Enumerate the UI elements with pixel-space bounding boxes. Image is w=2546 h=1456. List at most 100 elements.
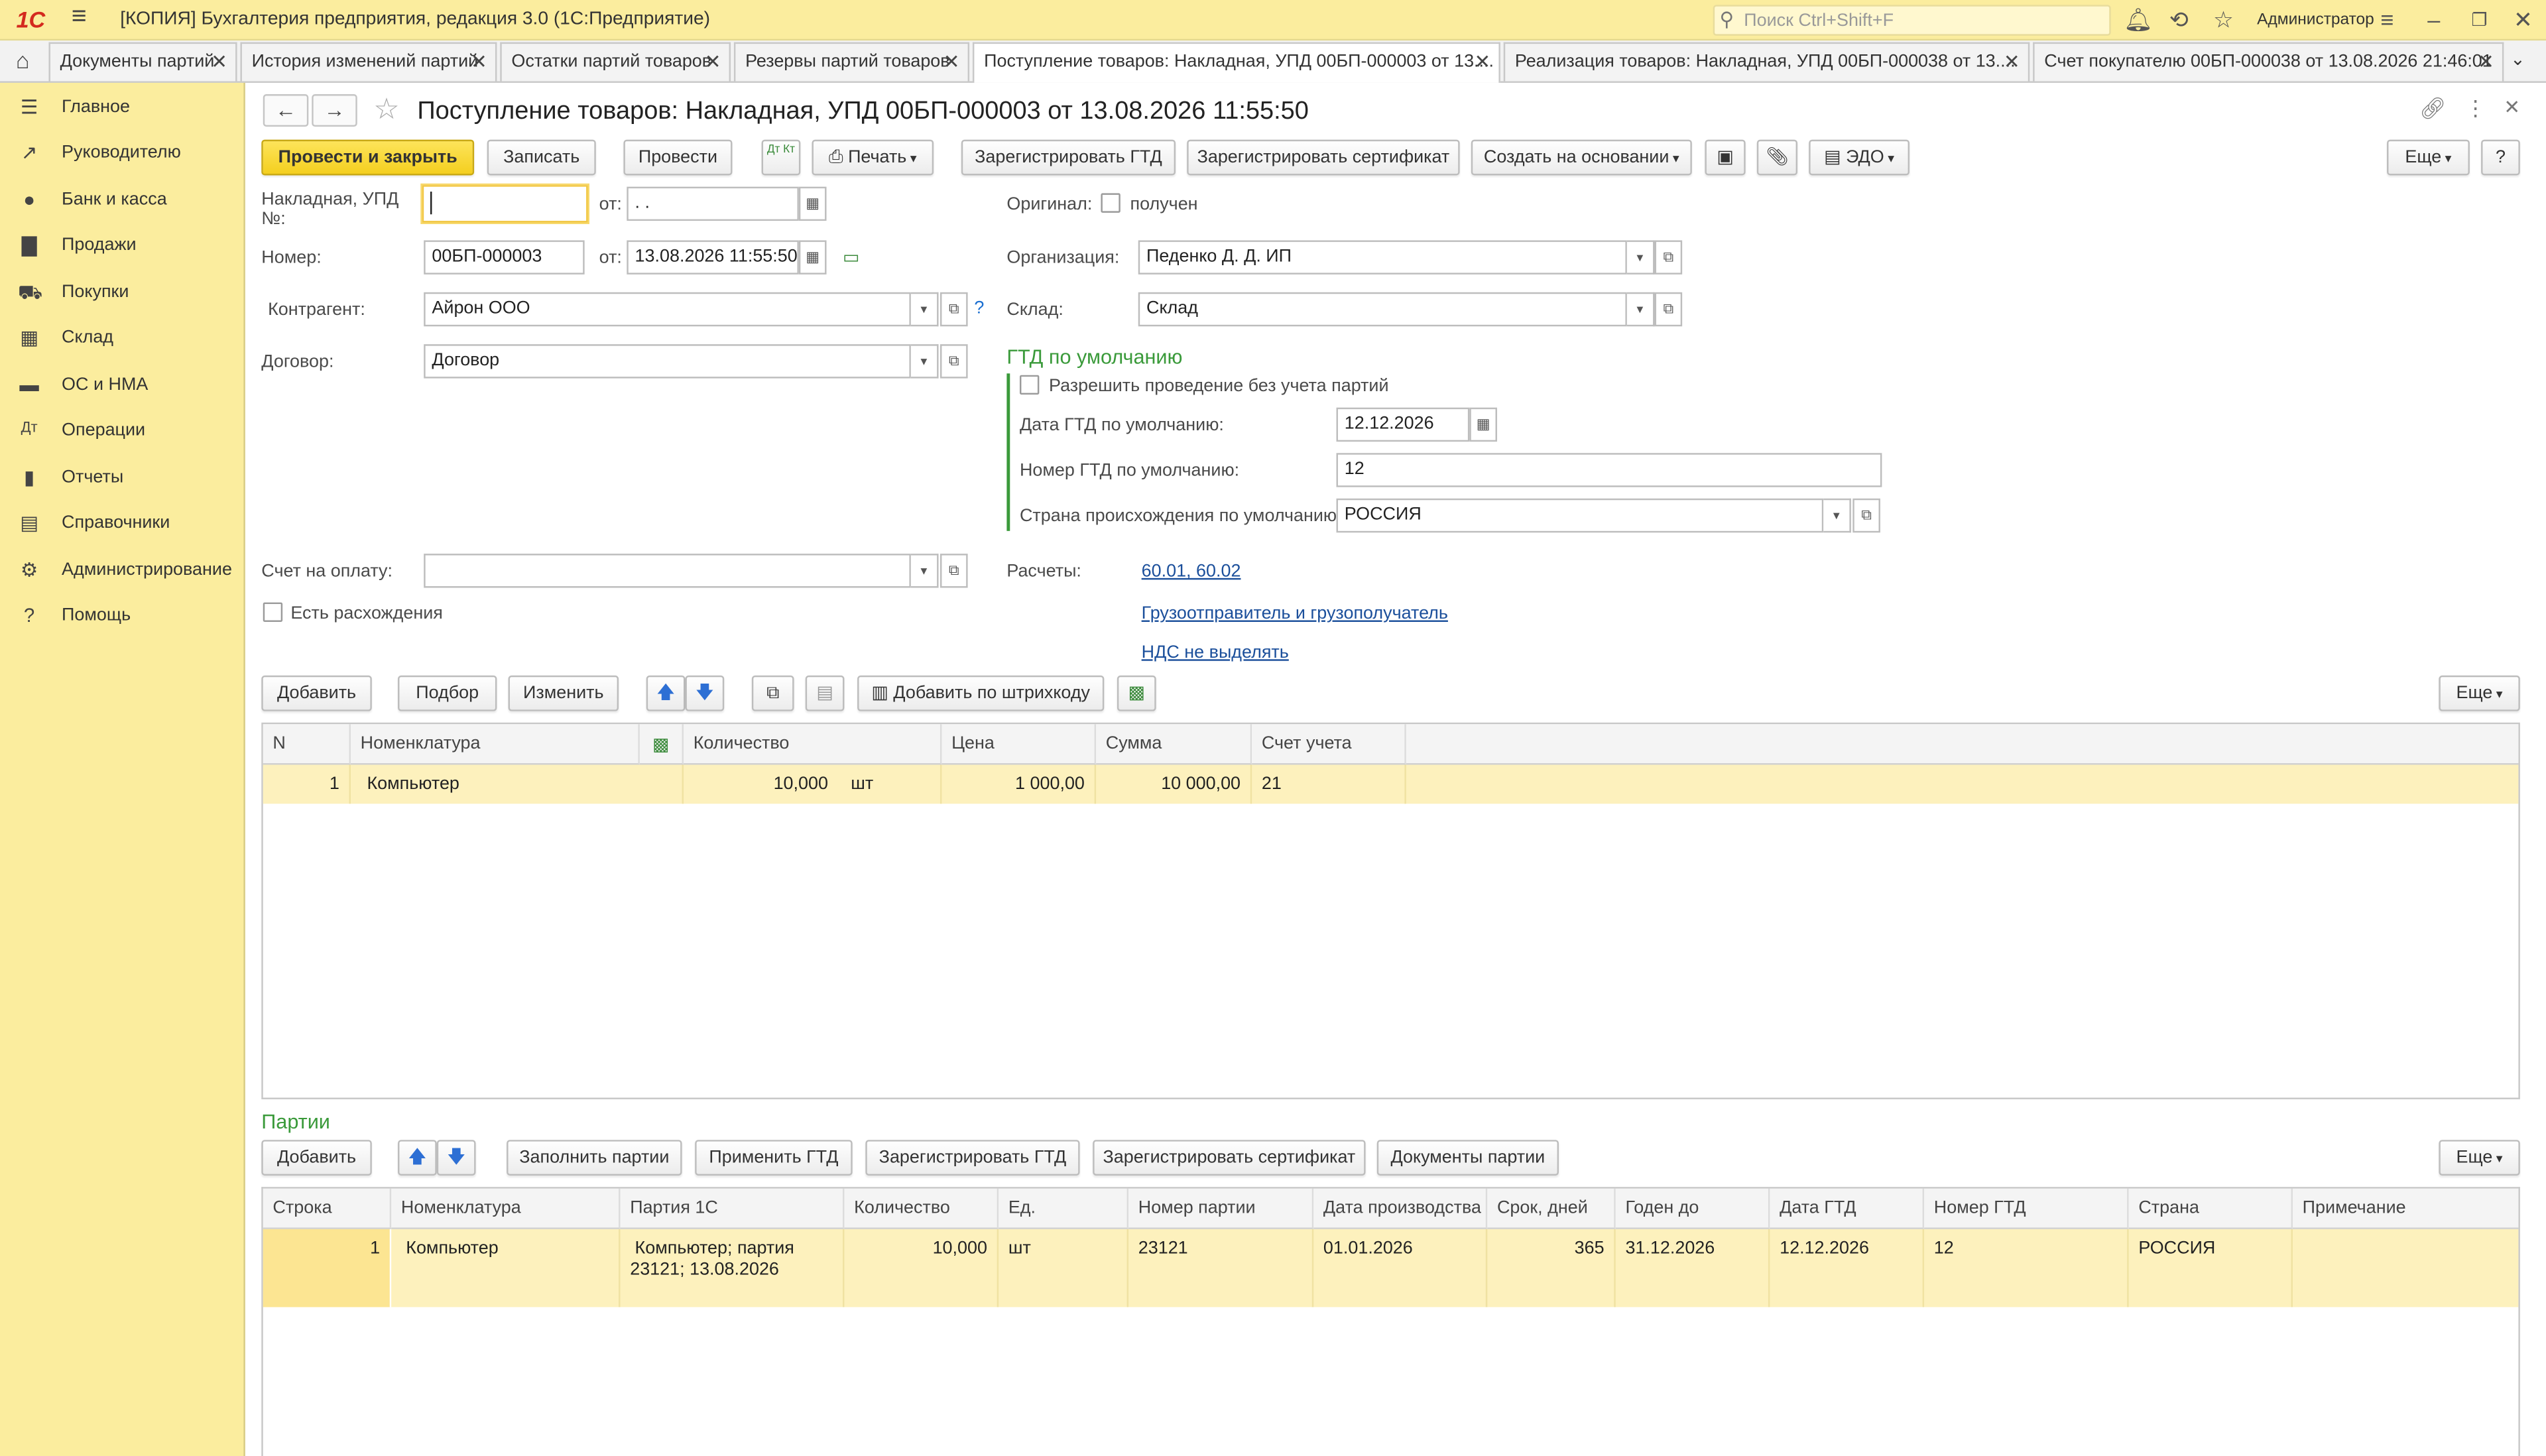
invoice-date-field[interactable]: . .	[627, 186, 799, 221]
dropdown-icon[interactable]: ▾	[1626, 240, 1655, 274]
move-up-icon[interactable]: 🡅	[646, 675, 686, 711]
sidebar-item-main[interactable]: ☰ Главное	[0, 90, 245, 129]
sidebar-item-purchases[interactable]: ⛟ Покупки	[0, 274, 245, 314]
search-input[interactable]: ⚲ Поиск Ctrl+Shift+F	[1713, 5, 2111, 36]
user-name[interactable]: Администратор	[2257, 11, 2374, 29]
open-icon[interactable]: ⧉	[1852, 498, 1880, 533]
home-icon[interactable]: ⌂	[0, 42, 46, 82]
tab-batch-balances[interactable]: Остатки партий товаров ✕	[500, 42, 731, 82]
sidebar-item-catalogs[interactable]: ▤ Справочники	[0, 505, 245, 544]
post-and-close-button[interactable]: Провести и закрыть	[261, 139, 475, 176]
tab-batch-docs[interactable]: Документы партий ✕	[48, 42, 237, 82]
register-cert-button[interactable]: Зарегистрировать сертификат	[1093, 1140, 1366, 1176]
table-row[interactable]: 1 Компьютер Компьютер; партия 23121; 13.0…	[263, 1229, 2519, 1307]
tab-sale[interactable]: Реализация товаров: Накладная, УПД 00БП-…	[1503, 42, 2030, 82]
close-tab-icon[interactable]: ✕	[705, 50, 721, 73]
open-icon[interactable]: ⧉	[940, 554, 968, 588]
forward-button[interactable]: →	[312, 94, 357, 127]
dropdown-icon[interactable]: ▾	[910, 554, 939, 588]
create-based-button[interactable]: Создать на основании ▾	[1471, 139, 1692, 176]
allow-without-batches-checkbox[interactable]	[1019, 375, 1040, 395]
sidebar-item-sales[interactable]: ▇ Продажи	[0, 227, 245, 267]
open-icon[interactable]: ⧉	[1654, 240, 1683, 274]
column-header[interactable]: Партия 1С	[620, 1188, 845, 1229]
close-tab-icon[interactable]: ✕	[2478, 50, 2494, 73]
settings-menu-icon[interactable]: ≡	[2380, 7, 2394, 32]
dtkt-button[interactable]: Дт Кт	[761, 139, 801, 176]
close-tab-icon[interactable]: ✕	[211, 50, 227, 73]
dropdown-icon[interactable]: ▾	[910, 292, 939, 327]
close-form-icon[interactable]: ✕	[2504, 95, 2520, 118]
more-vert-icon[interactable]: ⋮	[2465, 95, 2486, 121]
tab-batch-reserves[interactable]: Резервы партий товаров ✕	[733, 42, 970, 82]
goods-table[interactable]: N Номенклатура ▩ Количество Цена Сумма С…	[261, 722, 2520, 1099]
pick-button[interactable]: Подбор	[398, 675, 497, 711]
column-header[interactable]: Количество	[844, 1188, 999, 1229]
sidebar-item-manager[interactable]: ↗ Руководителю	[0, 135, 245, 174]
tabs-list-icon[interactable]: ⌄	[2510, 48, 2525, 70]
register-gtd-button[interactable]: Зарегистрировать ГТД	[961, 139, 1176, 176]
number-field[interactable]: 00БП-000003	[424, 240, 585, 274]
more-button[interactable]: Еще ▾	[2387, 139, 2470, 176]
structure-icon[interactable]: ▣	[1705, 139, 1746, 176]
goods-more-button[interactable]: Еще ▾	[2439, 675, 2520, 711]
dropdown-icon[interactable]: ▾	[1626, 292, 1655, 327]
main-menu-icon[interactable]: ≡	[72, 3, 87, 32]
column-header[interactable]: Номер ГТД	[1924, 1188, 2129, 1229]
sidebar-item-admin[interactable]: ⚙ Администрирование	[0, 552, 245, 591]
move-up-icon[interactable]: 🡅	[398, 1140, 437, 1176]
paste-icon[interactable]: ▤	[805, 675, 845, 711]
add-by-barcode-button[interactable]: ▥ Добавить по штрихкоду	[857, 675, 1105, 711]
add-goods-button[interactable]: Добавить	[261, 675, 372, 711]
dropdown-icon[interactable]: ▾	[1823, 498, 1851, 533]
batch-docs-button[interactable]: Документы партии	[1376, 1140, 1559, 1176]
print-button[interactable]: ⎙ Печать ▾	[812, 139, 934, 176]
open-icon[interactable]: ⧉	[940, 344, 968, 379]
column-header[interactable]: Дата ГТД	[1770, 1188, 1925, 1229]
column-header[interactable]: Номер партии	[1128, 1188, 1314, 1229]
column-header[interactable]: Количество	[684, 724, 942, 765]
help-button[interactable]: ?	[2481, 139, 2520, 176]
column-header[interactable]: Счет учета	[1252, 724, 1406, 765]
tab-invoice[interactable]: Счет покупателю 00БП-000038 от 13.08.202…	[2033, 42, 2504, 82]
post-button[interactable]: Провести	[623, 139, 733, 176]
column-header[interactable]: N	[263, 724, 351, 765]
column-header[interactable]: Цена	[941, 724, 1097, 765]
dropdown-icon[interactable]: ▾	[910, 344, 939, 379]
move-down-icon[interactable]: 🡇	[436, 1140, 476, 1176]
close-tab-icon[interactable]: ✕	[943, 50, 960, 73]
column-header[interactable]: Примечание	[2292, 1188, 2519, 1229]
add-batch-button[interactable]: Добавить	[261, 1140, 372, 1176]
sidebar-item-operations[interactable]: Дт Операции	[0, 412, 245, 452]
link-icon[interactable]: 🔗︎	[2419, 95, 2446, 121]
column-header[interactable]: Срок, дней	[1487, 1188, 1616, 1229]
register-gtd-button[interactable]: Зарегистрировать ГТД	[865, 1140, 1080, 1176]
calendar-icon[interactable]: ▦	[798, 240, 827, 274]
move-down-icon[interactable]: 🡇	[685, 675, 725, 711]
excel-column-icon[interactable]: ▩	[639, 724, 684, 765]
invoice-number-field[interactable]	[422, 185, 588, 223]
gtd-date-field[interactable]: 12.12.2026	[1336, 407, 1470, 442]
open-icon[interactable]: ⧉	[1654, 292, 1683, 327]
close-tab-icon[interactable]: ✕	[2004, 50, 2020, 73]
register-cert-button[interactable]: Зарегистрировать сертификат	[1187, 139, 1460, 176]
settlements-link[interactable]: 60.01, 60.02	[1142, 562, 1241, 581]
sidebar-item-help[interactable]: ? Помощь	[0, 597, 245, 637]
back-button[interactable]: ←	[263, 94, 309, 127]
column-header[interactable]: Дата производства	[1313, 1188, 1488, 1229]
bell-icon[interactable]: 🔔︎	[2124, 7, 2153, 34]
payment-field[interactable]	[424, 554, 911, 588]
warehouse-field[interactable]: Склад	[1138, 292, 1627, 327]
column-header[interactable]: Сумма	[1096, 724, 1252, 765]
country-field[interactable]: РОССИЯ	[1336, 498, 1824, 533]
calendar-icon[interactable]: ▦	[1469, 407, 1497, 442]
batches-table[interactable]: Строка Номенклатура Партия 1С Количество…	[261, 1187, 2520, 1456]
close-tab-icon[interactable]: ✕	[1475, 50, 1491, 73]
excel-icon[interactable]: ▩	[1117, 675, 1156, 711]
vat-link[interactable]: НДС не выделять	[1142, 643, 1289, 662]
restore-icon[interactable]: ❐	[2471, 10, 2487, 30]
calendar-icon[interactable]: ▦	[798, 186, 827, 221]
question-icon[interactable]: ?	[974, 299, 984, 318]
tab-receipt[interactable]: Поступление товаров: Накладная, УПД 00БП…	[972, 42, 1500, 83]
contractor-field[interactable]: Айрон ООО	[424, 292, 911, 327]
